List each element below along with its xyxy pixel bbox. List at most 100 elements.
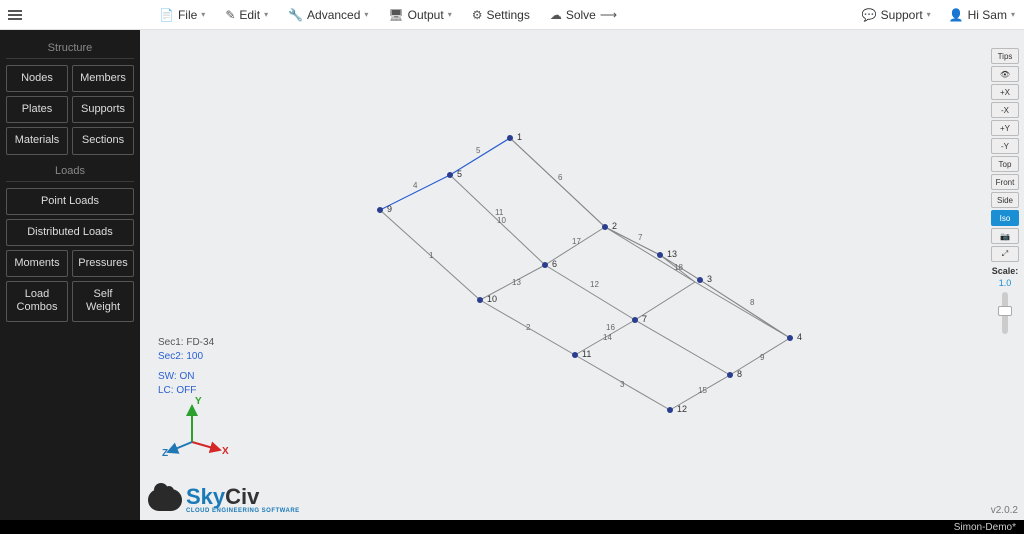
model-canvas[interactable]: 1 2 3 4 5 6 7 8 9 10 11 12 13 1 2 3 4 5 … xyxy=(140,30,1024,520)
chevron-down-icon: ▾ xyxy=(201,10,205,19)
menu-advanced[interactable]: 🔧Advanced▾ xyxy=(279,0,377,30)
chevron-down-icon: ▾ xyxy=(448,10,452,19)
cloud-icon xyxy=(148,489,182,511)
scale-slider[interactable] xyxy=(1002,292,1008,334)
view-minus-x[interactable]: -X xyxy=(991,102,1019,118)
chevron-down-icon: ▾ xyxy=(927,10,931,19)
left-panel: Structure Nodes Members Plates Supports … xyxy=(0,30,140,520)
menu-file[interactable]: 📄 File ▾ xyxy=(150,0,214,30)
version-label: v2.0.2 xyxy=(991,505,1018,516)
monitor-icon: 🖥 xyxy=(388,8,403,22)
svg-text:1: 1 xyxy=(517,132,522,142)
menu-support-label: Support xyxy=(881,8,923,22)
view-plus-y[interactable]: +Y xyxy=(991,120,1019,136)
svg-text:17: 17 xyxy=(572,237,581,246)
members-button[interactable]: Members xyxy=(72,65,134,92)
load-combos-button[interactable]: Load Combos xyxy=(6,281,68,321)
svg-text:15: 15 xyxy=(698,386,707,395)
fit-button[interactable]: ⤢ xyxy=(991,246,1019,262)
sec2-label: Sec2: 100 xyxy=(158,350,214,364)
svg-text:18: 18 xyxy=(674,263,683,272)
svg-text:X: X xyxy=(222,446,229,457)
svg-text:7: 7 xyxy=(642,314,647,324)
view-minus-y[interactable]: -Y xyxy=(991,138,1019,154)
gear-icon: ⚙ xyxy=(472,8,483,22)
mesh-svg: 1 2 3 4 5 6 7 8 9 10 11 12 13 1 2 3 4 5 … xyxy=(140,30,1024,520)
svg-text:12: 12 xyxy=(677,404,687,414)
menu-support[interactable]: 💬 Support ▾ xyxy=(853,0,940,30)
svg-text:10: 10 xyxy=(497,216,506,225)
scale-label: Scale: xyxy=(992,266,1019,276)
sections-button[interactable]: Sections xyxy=(72,127,134,154)
slider-thumb[interactable] xyxy=(998,306,1012,316)
svg-text:2: 2 xyxy=(612,221,617,231)
point-loads-button[interactable]: Point Loads xyxy=(6,188,134,215)
moments-button[interactable]: Moments xyxy=(6,250,68,277)
axes-gizmo: X Y Z xyxy=(162,392,232,462)
view-plus-x[interactable]: +X xyxy=(991,84,1019,100)
chevron-down-icon: ▾ xyxy=(364,10,368,19)
loads-title: Loads xyxy=(6,159,134,182)
screenshot-button[interactable]: 📷 xyxy=(991,228,1019,244)
self-weight-button[interactable]: Self Weight xyxy=(72,281,134,321)
sw-label: SW: ON xyxy=(158,370,214,384)
chevron-down-icon: ▾ xyxy=(1011,10,1015,19)
menu-edit[interactable]: ✎Edit▾ xyxy=(216,0,277,30)
menu-user[interactable]: 👤Hi Sam▾ xyxy=(940,0,1024,30)
menu-output[interactable]: 🖥Output▾ xyxy=(379,0,460,30)
view-side[interactable]: Side xyxy=(991,192,1019,208)
plates-button[interactable]: Plates xyxy=(6,96,68,123)
svg-text:9: 9 xyxy=(387,204,392,214)
svg-text:12: 12 xyxy=(590,280,599,289)
view-front[interactable]: Front xyxy=(991,174,1019,190)
menu-settings[interactable]: ⚙Settings xyxy=(463,0,539,30)
svg-text:10: 10 xyxy=(487,294,497,304)
menu-edit-label: Edit xyxy=(239,8,260,22)
menu-settings-label: Settings xyxy=(486,8,529,22)
svg-text:4: 4 xyxy=(797,332,802,342)
filename-label: Simon-Demo* xyxy=(954,522,1016,533)
menu-file-label: File xyxy=(178,8,197,22)
svg-text:7: 7 xyxy=(638,233,643,242)
svg-text:16: 16 xyxy=(606,323,615,332)
materials-button[interactable]: Materials xyxy=(6,127,68,154)
svg-text:5: 5 xyxy=(457,169,462,179)
visibility-button[interactable]: 👁 xyxy=(991,66,1019,82)
distributed-loads-button[interactable]: Distributed Loads xyxy=(6,219,134,246)
arrow-right-icon: ⟶ xyxy=(600,8,617,22)
logo-text: SkyCiv xyxy=(186,486,300,508)
svg-text:2: 2 xyxy=(526,323,531,332)
wrench-icon: 🔧 xyxy=(288,8,303,22)
svg-text:5: 5 xyxy=(476,146,481,155)
svg-text:3: 3 xyxy=(620,380,625,389)
structure-title: Structure xyxy=(6,36,134,59)
svg-text:6: 6 xyxy=(552,259,557,269)
eye-icon: 👁 xyxy=(1000,70,1010,79)
svg-text:3: 3 xyxy=(707,274,712,284)
svg-text:13: 13 xyxy=(512,278,521,287)
svg-text:8: 8 xyxy=(737,369,742,379)
skyciv-logo: SkyCiv CLOUD ENGINEERING SOFTWARE xyxy=(148,486,300,514)
svg-text:Z: Z xyxy=(162,448,168,459)
chevron-down-icon: ▾ xyxy=(264,10,268,19)
cloud-icon: ☁ xyxy=(550,8,562,22)
svg-text:Y: Y xyxy=(195,396,202,407)
hamburger-menu[interactable] xyxy=(0,0,30,30)
menu-solve[interactable]: ☁ Solve ⟶ xyxy=(541,0,626,30)
chat-icon: 💬 xyxy=(862,8,877,22)
pressures-button[interactable]: Pressures xyxy=(72,250,134,277)
menu-solve-label: Solve xyxy=(566,8,596,22)
nodes-button[interactable]: Nodes xyxy=(6,65,68,92)
logo-subtitle: CLOUD ENGINEERING SOFTWARE xyxy=(186,508,300,514)
svg-text:11: 11 xyxy=(495,208,504,217)
view-top[interactable]: Top xyxy=(991,156,1019,172)
svg-text:4: 4 xyxy=(413,181,418,190)
tips-button[interactable]: Tips xyxy=(991,48,1019,64)
svg-text:6: 6 xyxy=(558,173,563,182)
svg-text:11: 11 xyxy=(582,349,591,359)
svg-text:1: 1 xyxy=(429,251,434,260)
view-iso[interactable]: Iso xyxy=(991,210,1019,226)
supports-button[interactable]: Supports xyxy=(72,96,134,123)
file-icon: 📄 xyxy=(159,8,174,22)
svg-text:8: 8 xyxy=(750,298,755,307)
